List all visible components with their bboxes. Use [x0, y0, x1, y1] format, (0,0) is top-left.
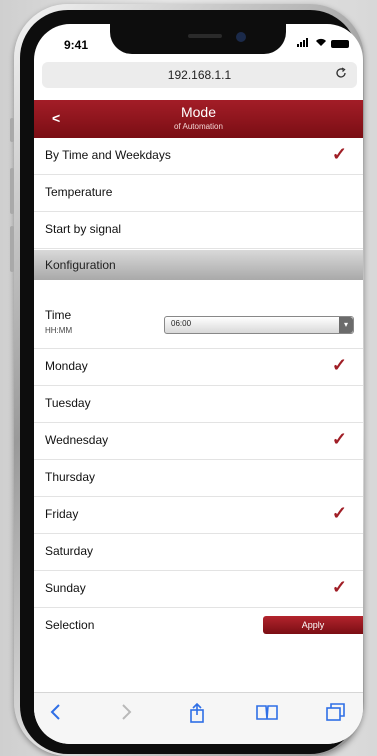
wifi-icon	[315, 38, 327, 50]
status-icons	[297, 38, 349, 50]
volume-down-button	[10, 226, 14, 272]
address-bar[interactable]: 192.168.1.1	[42, 62, 357, 88]
chevron-left-icon[interactable]	[50, 703, 62, 726]
checkmark-icon: ✓	[331, 429, 347, 449]
day-row-sunday[interactable]: Sunday ✓	[34, 571, 363, 608]
section-header-konfiguration: Konfiguration	[34, 250, 363, 280]
day-row-tuesday[interactable]: Tuesday	[34, 386, 363, 423]
day-label: Sunday	[45, 581, 86, 595]
volume-up-button	[10, 168, 14, 214]
day-label: Monday	[45, 359, 88, 373]
day-label: Tuesday	[45, 396, 91, 410]
share-icon[interactable]	[188, 702, 206, 728]
status-time: 9:41	[64, 38, 89, 52]
reload-icon[interactable]	[335, 66, 347, 82]
page-title: Mode	[180, 104, 217, 120]
mode-option-label: Temperature	[45, 185, 113, 199]
mute-switch	[10, 118, 14, 142]
speaker-grille	[188, 34, 222, 38]
selection-label: Selection	[45, 618, 95, 632]
header-bar: < Mode of Automation	[34, 100, 363, 138]
day-label: Saturday	[45, 544, 94, 558]
day-row-monday[interactable]: Monday ✓	[34, 349, 363, 386]
day-row-thursday[interactable]: Thursday	[34, 460, 363, 497]
day-row-saturday[interactable]: Saturday	[34, 534, 363, 571]
mode-option-temperature[interactable]: Temperature	[34, 175, 363, 212]
mode-option-time-weekdays[interactable]: By Time and Weekdays ✓	[34, 138, 363, 175]
tabs-icon[interactable]	[326, 703, 346, 726]
checkmark-icon: ✓	[331, 577, 347, 597]
day-label: Friday	[45, 507, 79, 521]
chevron-down-icon[interactable]: ▾	[339, 317, 353, 333]
time-select[interactable]: 06:00 ▾	[164, 316, 354, 334]
book-icon[interactable]	[256, 703, 278, 726]
url-text: 192.168.1.1	[167, 68, 232, 82]
day-label: Wednesday	[45, 433, 109, 447]
battery-icon	[331, 40, 349, 48]
day-row-wednesday[interactable]: Wednesday ✓	[34, 423, 363, 460]
checkmark-icon: ✓	[331, 355, 347, 375]
time-select-value: 06:00	[171, 319, 192, 328]
section-title: Konfiguration	[45, 258, 116, 272]
mode-option-label: By Time and Weekdays	[45, 148, 171, 162]
time-row: Time HH:MM 06:00 ▾	[34, 302, 363, 349]
time-format-hint: HH:MM	[45, 326, 73, 335]
chevron-right-icon[interactable]	[120, 703, 132, 726]
checkmark-icon: ✓	[331, 144, 347, 164]
mode-option-start-by-signal[interactable]: Start by signal	[34, 212, 363, 249]
mode-option-label: Start by signal	[45, 222, 122, 236]
safari-toolbar	[34, 692, 363, 744]
notch	[110, 24, 286, 54]
apply-button[interactable]: Apply	[263, 616, 363, 634]
time-label: Time	[45, 308, 72, 322]
phone-screen: 9:41 192.168.1.1 < Mode of Automation By…	[34, 24, 363, 744]
selection-row: Selection Apply	[34, 608, 363, 644]
day-row-friday[interactable]: Friday ✓	[34, 497, 363, 534]
checkmark-icon: ✓	[331, 503, 347, 523]
day-label: Thursday	[45, 470, 96, 484]
front-camera	[236, 32, 246, 42]
page-subtitle: of Automation	[174, 122, 223, 131]
signal-icon	[297, 38, 311, 50]
